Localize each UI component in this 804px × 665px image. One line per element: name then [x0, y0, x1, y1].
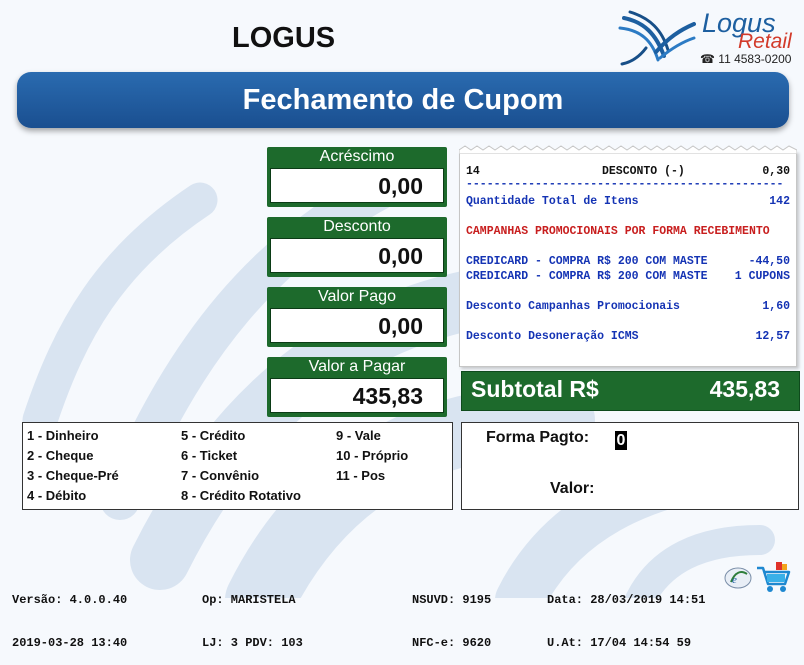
nfce-icon: e: [724, 567, 752, 589]
valor-pago-input[interactable]: 0,00: [270, 308, 444, 343]
footer-icons: e: [721, 560, 791, 596]
receipt-separator: ----------------------------------------…: [466, 178, 784, 191]
receipt-campanha-line: CREDICARD - COMPRA R$ 200 COM MASTE -44,…: [466, 255, 790, 268]
status-dates: Data: 28/03/2019 14:51 U.At: 17/04 14:54…: [547, 565, 705, 665]
bird-logo-icon: [618, 10, 696, 66]
app-title: LOGUS: [232, 22, 336, 54]
receipt-campanha-value: -44,50: [748, 255, 790, 268]
status-nfce: NFC-e: 9620: [412, 636, 492, 650]
receipt-campanha-value: 1 CUPONS: [734, 270, 790, 283]
receipt-campanhas-title: CAMPANHAS PROMOCIONAIS POR FORMA RECEBIM…: [466, 225, 770, 238]
forma-pagto-input[interactable]: 0: [615, 431, 627, 450]
payment-option[interactable]: 3 - Cheque-Pré: [27, 466, 119, 486]
svg-text:e: e: [732, 574, 737, 586]
acrescimo-label: Acréscimo: [319, 148, 395, 165]
receipt-desc-campanhas-label: Desconto Campanhas Promocionais: [466, 300, 680, 313]
receipt-campanha-line: CREDICARD - COMPRA R$ 200 COM MASTE 1 CU…: [466, 270, 790, 283]
payment-option[interactable]: 6 - Ticket: [181, 446, 301, 466]
status-op: Op: MARISTELA: [202, 593, 296, 607]
status-nsuvd: NSUVD: 9195: [412, 593, 492, 607]
subtotal-panel: Subtotal R$ 435,83: [461, 371, 800, 411]
payment-option[interactable]: 9 - Vale: [336, 426, 408, 446]
desconto-field: Desconto 0,00: [267, 217, 447, 277]
payment-methods-list: 1 - Dinheiro 2 - Cheque 3 - Cheque-Pré 4…: [22, 422, 453, 510]
forma-pagto-panel: Forma Pagto: 0 Valor:: [461, 422, 799, 510]
receipt-line-item: 14 DESCONTO (-) 0,30: [466, 165, 790, 178]
status-lj-pdv: LJ: 3 PDV: 103: [202, 636, 303, 650]
receipt-qtd-line: Quantidade Total de Itens 142: [466, 195, 790, 208]
receipt-qtd-value: 142: [769, 195, 790, 208]
forma-pagto-label: Forma Pagto:: [486, 429, 590, 446]
shopping-cart-icon: [757, 562, 791, 592]
subtotal-value: 435,83: [709, 376, 780, 402]
receipt-desc-deson-line: Desconto Desoneração ICMS 12,57: [466, 330, 790, 343]
payment-option[interactable]: 7 - Convênio: [181, 466, 301, 486]
receipt-campanha-label: CREDICARD - COMPRA R$ 200 COM MASTE: [466, 255, 708, 268]
payment-column-1: 1 - Dinheiro 2 - Cheque 3 - Cheque-Pré 4…: [27, 426, 119, 506]
payment-column-2: 5 - Crédito 6 - Ticket 7 - Convênio 8 - …: [181, 426, 301, 506]
payment-option[interactable]: 1 - Dinheiro: [27, 426, 119, 446]
payment-option[interactable]: 5 - Crédito: [181, 426, 301, 446]
valor-label: Valor:: [550, 480, 595, 497]
screen-title: Fechamento de Cupom: [242, 83, 564, 116]
valor-pago-field: Valor Pago 0,00: [267, 287, 447, 347]
payment-option[interactable]: 4 - Débito: [27, 486, 119, 506]
receipt-panel: 14 DESCONTO (-) 0,30 -------------------…: [459, 145, 797, 367]
subtotal-label: Subtotal R$: [471, 376, 599, 402]
payment-option[interactable]: 2 - Cheque: [27, 446, 119, 466]
receipt-torn-edge: [459, 145, 797, 154]
status-data: Data: 28/03/2019 14:51: [547, 593, 706, 607]
receipt-campanha-label: CREDICARD - COMPRA R$ 200 COM MASTE: [466, 270, 708, 283]
desconto-input[interactable]: 0,00: [270, 238, 444, 273]
acrescimo-field: Acréscimo 0,00: [267, 147, 447, 207]
receipt-qtd-label: Quantidade Total de Itens: [466, 195, 639, 208]
receipt-desc-campanhas-value: 1,60: [762, 300, 790, 313]
valor-pago-label: Valor Pago: [318, 288, 396, 305]
receipt-desc-deson-label: Desconto Desoneração ICMS: [466, 330, 639, 343]
status-operator: Op: MARISTELA LJ: 3 PDV: 103: [202, 565, 303, 665]
receipt-desc-campanhas-line: Desconto Campanhas Promocionais 1,60: [466, 300, 790, 313]
brand-word-retail: Retail: [738, 30, 792, 53]
valor-a-pagar-input: 435,83: [270, 378, 444, 413]
status-version: Versão: 4.0.0.40 2019-03-28 13:40: [12, 565, 127, 665]
valor-a-pagar-field: Valor a Pagar 435,83: [267, 357, 447, 417]
desconto-label: Desconto: [323, 218, 391, 235]
status-versao: Versão: 4.0.0.40: [12, 593, 128, 607]
status-uat: U.At: 17/04 14:54 59: [547, 636, 692, 650]
payment-option[interactable]: 8 - Crédito Rotativo: [181, 486, 301, 506]
receipt-item-number: 14: [466, 165, 480, 178]
acrescimo-input[interactable]: 0,00: [270, 168, 444, 203]
receipt-desc-deson-value: 12,57: [755, 330, 790, 343]
payment-option[interactable]: 10 - Próprio: [336, 446, 408, 466]
payment-column-3: 9 - Vale 10 - Próprio 11 - Pos: [336, 426, 408, 486]
screen-title-banner: Fechamento de Cupom: [17, 72, 789, 128]
payment-option[interactable]: 11 - Pos: [336, 466, 408, 486]
valor-a-pagar-label: Valor a Pagar: [308, 358, 406, 375]
status-document: NSUVD: 9195 NFC-e: 9620: [412, 565, 491, 665]
brand-phone: ☎ 11 4583-0200: [700, 52, 792, 66]
brand-logo: Logus Retail ☎ 11 4583-0200: [616, 6, 798, 70]
receipt-item-desc: DESCONTO (-): [602, 165, 685, 178]
status-build-date: 2019-03-28 13:40: [12, 636, 128, 650]
receipt-item-value: 0,30: [762, 165, 790, 178]
